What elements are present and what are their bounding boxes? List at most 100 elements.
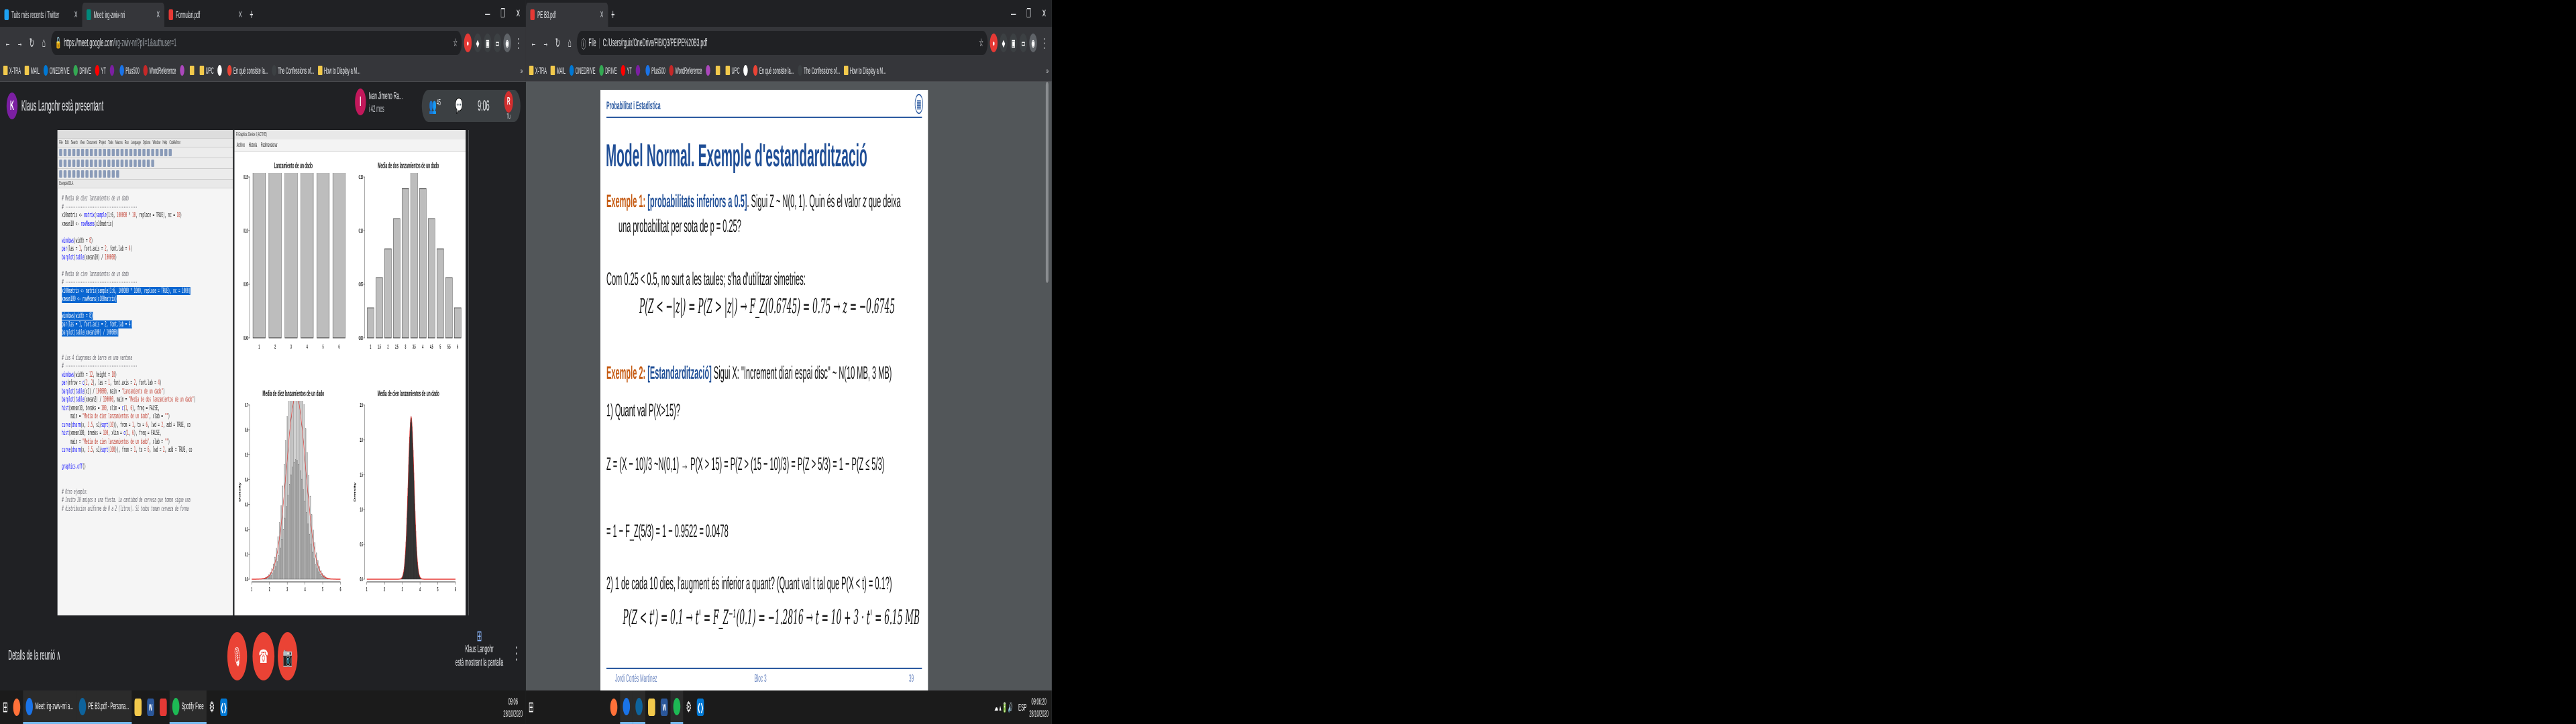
toolbar-button-icon[interactable] xyxy=(68,149,71,156)
bookmark-item[interactable]: DRIVE xyxy=(73,64,91,76)
bookmark-item[interactable]: WordReference xyxy=(143,64,176,76)
menu-item-historia[interactable]: Historia xyxy=(249,141,257,149)
toolbar-button-icon[interactable] xyxy=(129,149,133,156)
tab-meet[interactable]: Meet: irg-zwiv-nri ✕ xyxy=(82,3,164,27)
editor-menu-item[interactable]: CodeMirror xyxy=(169,139,180,146)
editor-tab[interactable]: Exemple3OLA xyxy=(57,180,233,188)
menu-icon[interactable]: ⋮ xyxy=(513,31,523,55)
close-icon[interactable]: ✕ xyxy=(511,0,526,27)
toolbar-button-icon[interactable] xyxy=(160,149,163,156)
close-icon[interactable]: ✕ xyxy=(1036,0,1052,27)
close-tab-icon[interactable]: ✕ xyxy=(74,8,77,21)
toolbar-button-icon[interactable] xyxy=(59,149,62,156)
forward-icon[interactable]: → xyxy=(541,31,551,55)
bookmark-item[interactable]: MAIL xyxy=(24,65,40,76)
bookmark-item[interactable]: How to Display a M... xyxy=(843,65,886,76)
toolbar-button-icon[interactable] xyxy=(80,149,85,156)
bookmark-item[interactable]: Plus500 xyxy=(119,64,140,76)
firefox-taskbar[interactable] xyxy=(608,690,621,724)
reload-icon[interactable]: ↻ xyxy=(553,31,563,55)
toolbar-button-icon[interactable] xyxy=(85,160,89,167)
toolbar-button-icon[interactable] xyxy=(138,160,142,167)
extension-icon[interactable]: ▣ xyxy=(484,34,492,52)
bookmark-item[interactable]: The Confessions of... xyxy=(272,64,314,76)
close-tab-icon[interactable]: ✕ xyxy=(600,8,603,21)
new-tab-button[interactable]: + xyxy=(608,3,618,27)
bookmark-item[interactable]: YT xyxy=(95,64,106,76)
bookmark-item[interactable] xyxy=(743,64,749,76)
bookmark-item[interactable] xyxy=(715,65,722,75)
toolbar-button-icon[interactable] xyxy=(116,170,119,178)
toolbar-button-icon[interactable] xyxy=(80,170,85,178)
scrollbar[interactable] xyxy=(1045,82,1049,283)
word-taskbar[interactable]: W xyxy=(658,690,671,724)
toolbar-button-icon[interactable] xyxy=(68,160,71,167)
leave-call-button[interactable]: ☎ xyxy=(252,632,275,680)
chat-icon[interactable]: 💬 xyxy=(455,97,463,115)
settings-taskbar[interactable]: ⚙ xyxy=(207,690,217,724)
minimize-icon[interactable]: — xyxy=(480,0,495,27)
bookmark-item[interactable]: UPC xyxy=(725,65,740,76)
toolbar-button-icon[interactable] xyxy=(80,160,85,167)
editor-menu-item[interactable]: View xyxy=(80,139,85,146)
editor-menu-item[interactable]: Options xyxy=(143,139,150,146)
extension-icon[interactable]: ◆ xyxy=(474,34,482,52)
toolbar-button-icon[interactable] xyxy=(59,170,62,178)
avatar[interactable]: ◉ xyxy=(1029,34,1037,52)
toolbar-button-icon[interactable] xyxy=(142,160,146,167)
editor-menu-item[interactable]: Language xyxy=(131,139,141,146)
spotify-taskbar[interactable] xyxy=(670,690,684,724)
bookmark-item[interactable]: ONEDRIVE xyxy=(569,64,596,76)
toolbar-button-icon[interactable] xyxy=(98,170,102,178)
firefox-taskbar[interactable] xyxy=(11,690,23,724)
toolbar-button-icon[interactable] xyxy=(164,149,168,156)
toolbar-button-icon[interactable] xyxy=(89,170,93,178)
extension-icon[interactable]: ● xyxy=(464,34,472,52)
toolbar-button-icon[interactable] xyxy=(111,160,115,167)
star-icon[interactable]: ☆ xyxy=(453,36,458,50)
bookmark-item[interactable]: DRIVE xyxy=(599,64,617,76)
self-tile[interactable]: R Tu xyxy=(504,91,513,121)
toolbar-button-icon[interactable] xyxy=(116,149,119,156)
toolbar-button-icon[interactable] xyxy=(76,160,80,167)
avatar[interactable]: ◉ xyxy=(503,34,511,52)
editor-menu-item[interactable]: File xyxy=(59,139,62,146)
taskbar-clock[interactable]: 09:06:20 28/10/2020 xyxy=(1029,695,1052,719)
tab-twitter[interactable]: Tuits més recents / Twitter ✕ xyxy=(0,3,82,27)
toolbar-button-icon[interactable] xyxy=(107,149,111,156)
toolbar-button-icon[interactable] xyxy=(107,160,111,167)
back-icon[interactable]: ← xyxy=(3,31,13,55)
bookmark-item[interactable]: How to Display a M... xyxy=(317,65,360,76)
toolbar-button-icon[interactable] xyxy=(133,149,137,156)
menu-icon[interactable]: ⋮ xyxy=(1039,31,1049,55)
taskbar-item-pdf[interactable]: PE B3.pdf - Persona... xyxy=(76,690,132,724)
toolbar-button-icon[interactable] xyxy=(111,170,115,178)
toolbar-button-icon[interactable] xyxy=(107,170,111,178)
taskbar-clock[interactable]: 09:06 28/10/2020 xyxy=(503,695,526,719)
extension-icon[interactable]: ◆ xyxy=(1000,34,1008,52)
editor-menu-item[interactable]: Tools xyxy=(108,139,113,146)
toolbar-button-icon[interactable] xyxy=(89,160,93,167)
back-icon[interactable]: ← xyxy=(529,31,539,55)
toolbar-button-icon[interactable] xyxy=(103,149,107,156)
toolbar-button-icon[interactable] xyxy=(76,149,80,156)
toolbar-button-icon[interactable] xyxy=(146,149,150,156)
toolbar-button-icon[interactable] xyxy=(168,149,172,156)
toolbar-button-icon[interactable] xyxy=(94,160,97,167)
taskbar-item-spotify[interactable]: Spotify Free xyxy=(169,690,207,724)
toolbar-button-icon[interactable] xyxy=(142,149,146,156)
toolbar-button-icon[interactable] xyxy=(63,149,67,156)
bookmark-item[interactable] xyxy=(635,64,641,76)
editor-menu-item[interactable]: Run xyxy=(125,139,129,146)
bookmark-item[interactable] xyxy=(189,65,196,75)
bookmark-item[interactable] xyxy=(217,64,223,76)
editor-menu-item[interactable]: Document xyxy=(87,139,97,146)
acrobat-taskbar[interactable] xyxy=(157,690,170,724)
forward-icon[interactable]: → xyxy=(15,31,25,55)
menu-item-redimensionar[interactable]: Redimensionar xyxy=(261,141,278,149)
participant-tile[interactable]: I Ivan Jimeno Ra... i 42 mes xyxy=(355,88,402,115)
bookmark-item[interactable]: X-TRA xyxy=(3,65,21,76)
close-tab-icon[interactable]: ✕ xyxy=(238,8,241,21)
meeting-details-button[interactable]: Detalls de la reunió ∧ xyxy=(8,647,60,664)
toolbar-button-icon[interactable] xyxy=(116,160,119,167)
